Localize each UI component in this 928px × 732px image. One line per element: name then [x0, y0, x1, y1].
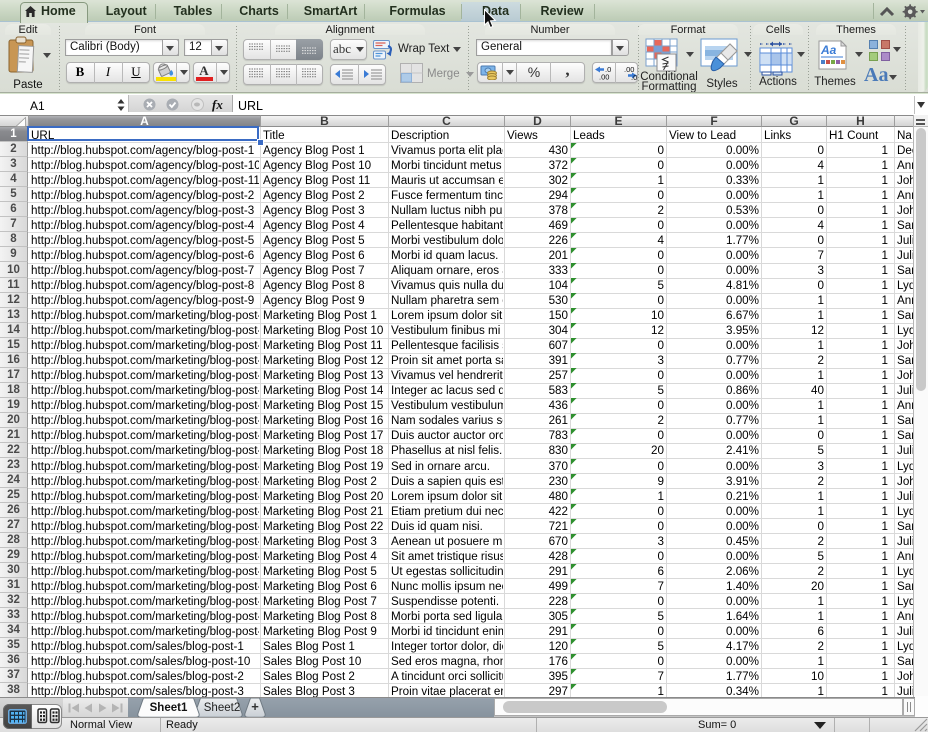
svg-text:.00: .00 — [599, 73, 609, 82]
svg-text:Aa: Aa — [820, 43, 837, 57]
